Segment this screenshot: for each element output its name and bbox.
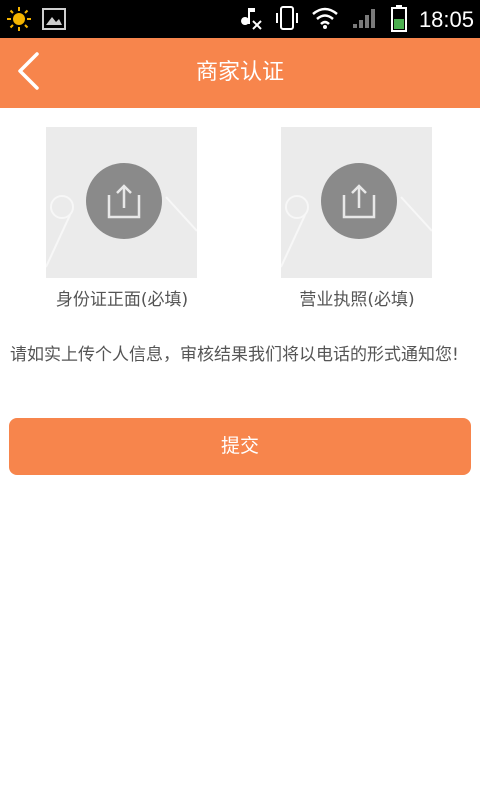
business-license-upload[interactable] [281,127,432,278]
header: 商家认证 [0,38,480,108]
status-bar: 18:05 [0,0,480,38]
submit-button[interactable]: 提交 [9,418,471,475]
music-mute-icon [237,5,263,35]
gallery-icon [42,8,66,34]
status-time: 18:05 [418,7,474,32]
signal-icon [351,6,379,34]
upload-icon [86,163,162,239]
id-card-upload-label: 身份证正面(必填) [55,290,189,310]
page-title: 商家认证 [195,60,284,85]
notice-text: 请如实上传个人信息，审核结果我们将以电话的形式通知您! [10,345,459,365]
back-button[interactable] [8,50,48,96]
weather-icon [6,6,32,36]
vibrate-icon [275,5,299,35]
wifi-icon [311,6,339,34]
chevron-left-icon [15,51,41,95]
battery-icon [390,4,407,36]
business-license-upload-label: 营业执照(必填) [299,290,415,310]
status-bar-right: 18:05 [237,4,474,36]
id-card-upload[interactable] [46,127,197,278]
upload-icon [321,163,397,239]
status-bar-left [6,6,66,36]
